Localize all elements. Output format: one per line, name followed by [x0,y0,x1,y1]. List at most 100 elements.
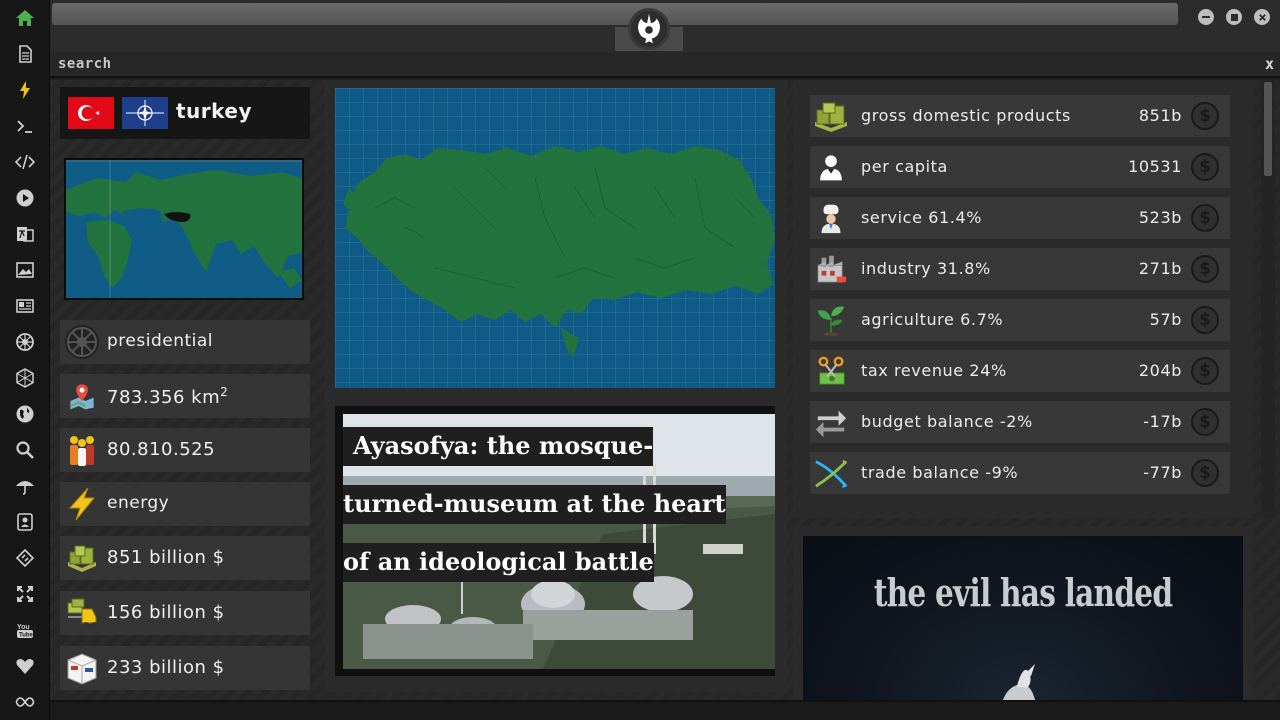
minimize-button[interactable] [1198,9,1214,25]
econ-label: service 61.4% [861,208,983,227]
turkey-flag-icon [68,97,114,129]
lightning-icon [64,486,100,522]
headline-line-2[interactable]: turned-museum at the heart [343,485,726,524]
area-value: 783.356 km2 [107,385,229,408]
expand-icon[interactable] [13,582,37,606]
nato-flag-icon [122,97,168,129]
scrollbar-thumb[interactable] [1264,82,1272,176]
sprout-icon [812,302,850,338]
search-label[interactable]: search [58,56,112,72]
maximize-button[interactable] [1226,9,1242,25]
money-stack-icon [64,540,100,576]
dollar-coin-icon[interactable]: $ [1191,357,1219,385]
scissors-money-icon [812,353,850,389]
econ-value: -77b [1143,463,1182,482]
translate-icon[interactable] [13,222,37,246]
people-icon [64,432,100,468]
econ-row-per-capita[interactable]: per capita 10531 $ [810,146,1230,188]
sector-value: energy [107,493,170,513]
promo-card[interactable]: the evil has landed [803,536,1243,700]
econ-row-budget-balance[interactable]: budget balance -2% -17b $ [810,401,1230,443]
econ-row-trade-balance[interactable]: trade balance -9% -77b $ [810,452,1230,494]
svg-text:Tube: Tube [19,633,34,639]
econ-row-service[interactable]: service 61.4% 523b $ [810,197,1230,239]
population-value: 80.810.525 [107,439,216,460]
galactic-empire-icon [64,324,100,360]
stat-exports[interactable]: 156 billion $ [60,591,310,635]
econ-value: 204b [1138,361,1182,380]
search-bar[interactable]: search x [50,52,1280,78]
lightning-icon[interactable] [13,78,37,102]
country-header: turkey [60,87,310,139]
econ-label: gross domestic products [861,106,1071,125]
close-search-button[interactable]: x [1265,55,1274,73]
headline-line-1[interactable]: Ayasofya: the mosque- [343,427,654,466]
title-field[interactable] [52,3,1178,25]
econ-row-agriculture[interactable]: agriculture 6.7% 57b $ [810,299,1230,341]
close-window-button[interactable] [1254,9,1270,25]
map-pin-icon [64,378,100,414]
econ-row-gdp[interactable]: gross domestic products 851b $ [810,95,1230,137]
person-icon [812,149,850,185]
svg-text:You: You [17,624,30,631]
document-icon[interactable] [13,42,37,66]
headline-line-3[interactable]: of an ideological battle [343,543,654,582]
hexagon-icon[interactable] [13,366,37,390]
youtube-icon[interactable]: You Tube [13,618,37,642]
country-map[interactable] [335,88,775,388]
econ-value: 851b [1138,106,1182,125]
econ-label: per capita [861,157,948,176]
econ-value: 57b [1149,310,1182,329]
dollar-coin-icon[interactable]: $ [1191,102,1219,130]
terminal-icon[interactable] [13,114,37,138]
turkey-map-graphic [343,146,775,358]
image-icon[interactable] [13,258,37,282]
rebel-alliance-icon[interactable] [628,8,670,50]
econ-row-industry[interactable]: industry 31.8% 271b $ [810,248,1230,290]
econ-value: -17b [1143,412,1182,431]
newspaper-icon[interactable] [13,294,37,318]
econ-row-tax-revenue[interactable]: tax revenue 24% 204b $ [810,350,1230,392]
econ-label: trade balance -9% [861,463,1019,482]
news-photo[interactable]: Ayasofya: the mosque- turned-museum at t… [343,414,775,669]
stat-imports[interactable]: 233 billion $ [60,646,310,690]
bottom-bar [50,700,1280,720]
econ-label: agriculture 6.7% [861,310,1004,329]
dollar-coin-icon[interactable]: $ [1191,204,1219,232]
heart-icon[interactable] [13,654,37,678]
dollar-coin-icon[interactable]: $ [1191,408,1219,436]
dollar-coin-icon[interactable]: $ [1191,459,1219,487]
stat-gdp[interactable]: 851 billion $ [60,536,310,580]
search-icon[interactable] [13,438,37,462]
government-type: presidential [107,331,213,351]
cargo-box-icon [64,650,100,686]
dollar-coin-icon[interactable]: $ [1191,306,1219,334]
globe-icon[interactable] [13,402,37,426]
home-icon[interactable] [13,6,37,30]
umbrella-icon[interactable] [13,474,37,498]
empire-icon[interactable] [13,330,37,354]
exchange-arrows-icon [812,404,850,440]
econ-value: 523b [1138,208,1182,227]
dollar-coin-icon[interactable]: $ [1191,255,1219,283]
code-icon[interactable] [13,150,37,174]
world-map[interactable] [64,158,304,300]
infinity-icon[interactable] [13,690,37,714]
play-icon[interactable] [13,186,37,210]
dollar-coin-icon[interactable]: $ [1191,153,1219,181]
econ-value: 271b [1138,259,1182,278]
contact-card-icon[interactable] [13,510,37,534]
diamond-code-icon[interactable] [13,546,37,570]
stat-area[interactable]: 783.356 km2 [60,374,310,418]
econ-label: tax revenue 24% [861,361,1007,380]
imports-value: 233 billion $ [107,657,225,678]
title-bar [50,0,1280,52]
stat-government[interactable]: presidential [60,320,310,364]
money-stack-icon [812,98,850,134]
econ-label: budget balance -2% [861,412,1033,431]
money-forklift-icon [64,595,100,631]
stat-population[interactable]: 80.810.525 [60,428,310,472]
app-window: You Tube search x turkey presidential 78… [0,0,1280,720]
economy-scrollbar[interactable] [1261,80,1275,518]
stat-sector[interactable]: energy [60,482,310,526]
